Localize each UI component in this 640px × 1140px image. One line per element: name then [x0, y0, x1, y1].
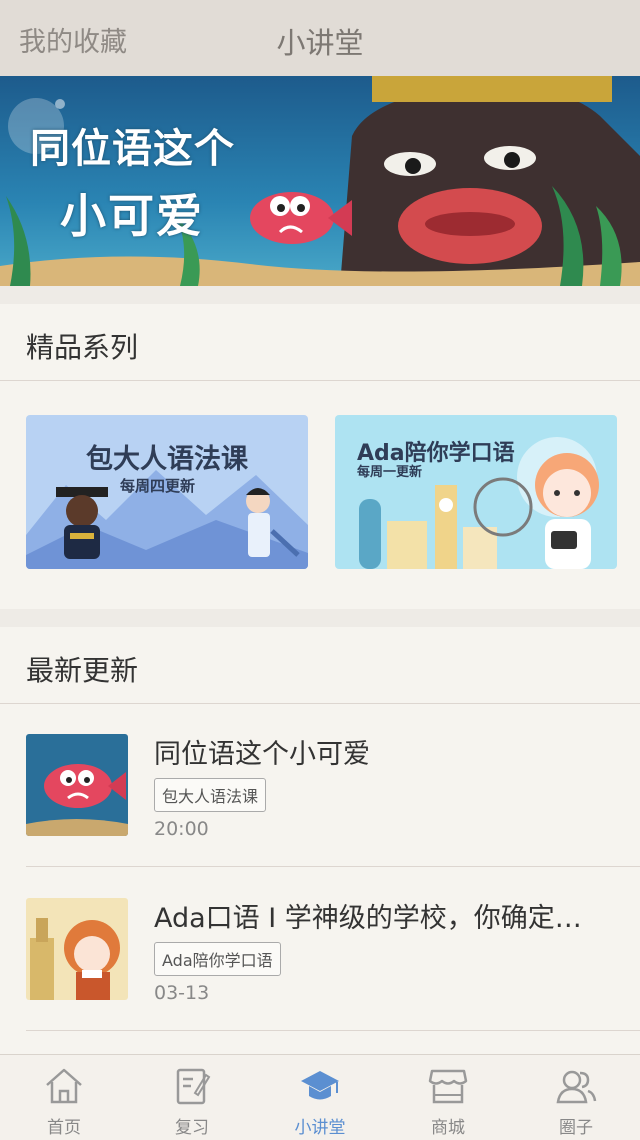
- latest-section-title: 最新更新: [26, 654, 139, 687]
- tab-circle[interactable]: 圈子: [512, 1055, 640, 1140]
- tab-lecture[interactable]: 小讲堂: [256, 1055, 384, 1140]
- lesson-time: 03-13: [154, 982, 210, 1004]
- series-tag[interactable]: Ada陪你学口语: [154, 942, 281, 976]
- list-divider: [26, 1030, 640, 1031]
- bottom-tab-bar: 首页 复习 小讲堂 商城 圈子: [0, 1054, 640, 1140]
- fish-thumbnail-illustration: [26, 734, 128, 836]
- page-title: 小讲堂: [276, 26, 364, 60]
- section-spacer: [0, 609, 640, 627]
- series-card-grammar[interactable]: 包大人语法课 每周四更新: [26, 415, 308, 569]
- series-subtitle-grammar: 每周四更新: [120, 477, 196, 495]
- tab-home[interactable]: 首页: [0, 1055, 128, 1140]
- lesson-thumbnail: [26, 898, 128, 1000]
- people-icon: [556, 1070, 597, 1104]
- promo-banner[interactable]: 同位语这个 小可爱: [0, 76, 640, 286]
- tab-label-shop: 商城: [431, 1118, 465, 1138]
- latest-section-header: 最新更新: [0, 627, 640, 704]
- top-bar: 我的收藏 小讲堂: [0, 0, 640, 76]
- banner-line-1: 同位语这个: [30, 126, 235, 172]
- section-spacer: [0, 286, 640, 304]
- ada-thumbnail-illustration: [26, 898, 128, 1000]
- tab-shop[interactable]: 商城: [384, 1055, 512, 1140]
- review-icon: [176, 1068, 211, 1105]
- tab-label-circle: 圈子: [559, 1118, 593, 1138]
- lesson-list-item[interactable]: 同位语这个小可爱 包大人语法课 20:00: [0, 704, 640, 868]
- featured-section-title: 精品系列: [26, 331, 139, 364]
- tab-label-lecture: 小讲堂: [294, 1118, 346, 1138]
- lesson-time: 20:00: [154, 818, 209, 840]
- shop-icon: [428, 1069, 468, 1104]
- featured-section-header: 精品系列: [0, 304, 640, 381]
- series-tag[interactable]: 包大人语法课: [154, 778, 267, 812]
- home-icon: [46, 1068, 82, 1104]
- tab-label-home: 首页: [47, 1118, 81, 1138]
- tab-label-review: 复习: [175, 1118, 209, 1138]
- lesson-title: Ada口语 I 学神级的学校，你确定…: [154, 903, 582, 934]
- list-divider: [26, 866, 640, 867]
- series-title-grammar: 包大人语法课: [86, 444, 248, 475]
- lesson-thumbnail: [26, 734, 128, 836]
- banner-line-2: 小可爱: [60, 189, 204, 243]
- series-cards: 包大人语法课 每周四更新 Ada陪你学口语 每周一更新: [0, 381, 640, 609]
- series-subtitle-speaking: 每周一更新: [357, 465, 423, 480]
- tab-review[interactable]: 复习: [128, 1055, 256, 1140]
- graduation-cap-icon: [301, 1071, 339, 1100]
- series-card-speaking[interactable]: Ada陪你学口语 每周一更新: [335, 415, 617, 569]
- lesson-list-item[interactable]: Ada口语 I 学神级的学校，你确定… Ada陪你学口语 03-13: [0, 868, 640, 1032]
- lesson-title: 同位语这个小可爱: [154, 739, 370, 770]
